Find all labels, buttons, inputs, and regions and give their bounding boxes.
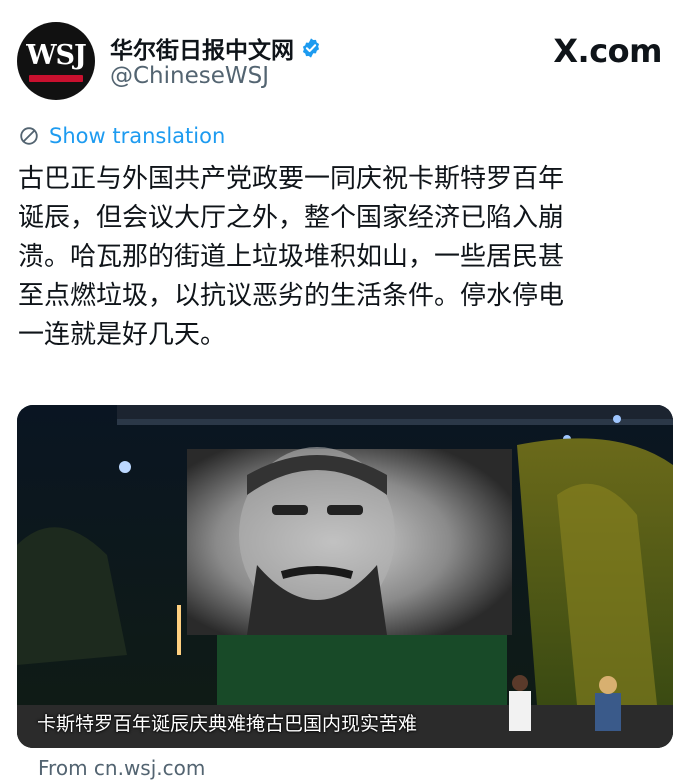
show-translation-label[interactable]: Show translation xyxy=(49,124,225,148)
user-handle[interactable]: @ChineseWSJ xyxy=(110,63,269,89)
x-logo: X.com xyxy=(553,32,662,70)
display-name[interactable]: 华尔街日报中文网 xyxy=(110,31,294,65)
tweet-text-line: 至点燃垃圾，以抗议恶劣的生活条件。停水停电 xyxy=(18,281,565,311)
link-source[interactable]: From cn.wsj.com xyxy=(38,756,205,780)
tweet-header: WSJ 华尔街日报中文网 @ChineseWSJ X.com xyxy=(0,0,690,110)
tweet-text-line: 一连就是好几天。 xyxy=(18,320,227,350)
verified-badge-icon xyxy=(302,38,320,58)
display-name-row[interactable]: 华尔街日报中文网 xyxy=(110,31,322,65)
tweet-text-line: 溃。哈瓦那的街道上垃圾堆积如山，一些居民甚 xyxy=(18,242,565,272)
tweet-text-line: 诞辰，但会议大厅之外，整个国家经济已陷入崩 xyxy=(18,203,565,233)
stage-photo xyxy=(17,405,673,748)
tweet-text: 古巴正与外国共产党政要一同庆祝卡斯特罗百年 诞辰，但会议大厅之外，整个国家经济已… xyxy=(18,160,678,355)
avatar-red-band xyxy=(29,75,83,82)
avatar[interactable]: WSJ xyxy=(17,22,95,100)
media-caption: 卡斯特罗百年诞辰庆典难掩古巴国内现实苦难 xyxy=(37,713,418,735)
translate-icon xyxy=(20,127,38,145)
avatar-logo-text: WSJ xyxy=(26,40,87,71)
show-translation-link[interactable]: Show translation xyxy=(18,124,225,148)
tweet-media-image[interactable]: 卡斯特罗百年诞辰庆典难掩古巴国内现实苦难 xyxy=(17,405,673,748)
tweet-text-line: 古巴正与外国共产党政要一同庆祝卡斯特罗百年 xyxy=(18,164,565,194)
